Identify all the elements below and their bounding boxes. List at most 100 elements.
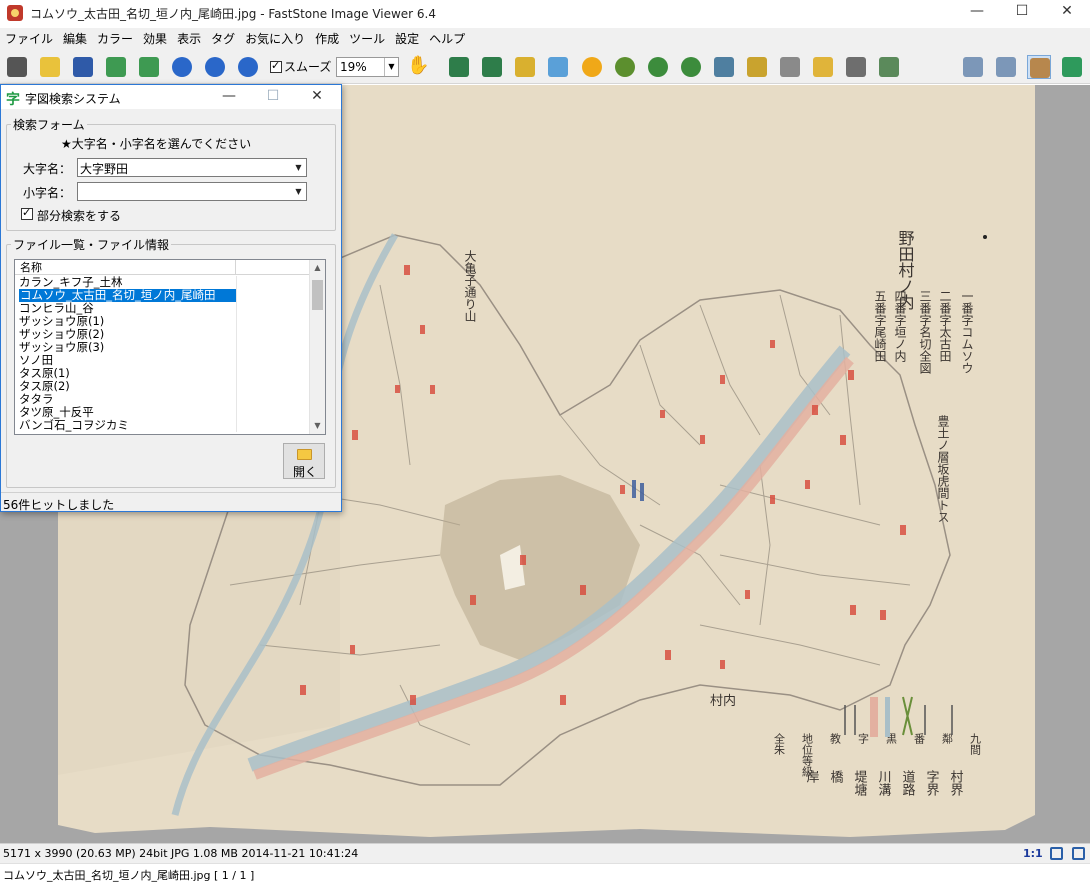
stamp-icon[interactable] [613,55,637,79]
layout-a-icon[interactable] [961,55,985,79]
map-legend-item: 堤塘 [852,770,868,797]
tag-check-icon[interactable] [877,55,901,79]
list-item-label: ザッショウ原(3) [19,340,105,354]
maximize-button[interactable]: ☐ [999,0,1045,24]
close-button[interactable]: ✕ [1044,0,1090,24]
column-header-name[interactable]: 名称 [15,260,236,275]
rotate-left-icon[interactable] [646,55,670,79]
open-button[interactable]: 開く [283,443,325,479]
search-form-legend: 検索フォーム [13,118,85,132]
fullscreen-icon[interactable] [1060,55,1084,79]
dialog-minimize-button[interactable]: — [207,85,251,109]
cb-icon[interactable] [546,55,570,79]
dialog-app-icon: 字 [6,92,20,108]
color-icon[interactable] [513,55,537,79]
smooth-check-icon [270,59,282,73]
map-heading-line: 三番字名切全図 [918,290,932,374]
menu-settings[interactable]: 設定 [390,28,424,50]
dialog-title: 字図検索システム [25,92,121,106]
next-icon[interactable] [137,55,161,79]
cell-divider [236,380,237,393]
list-item[interactable]: タス原(2) [15,380,309,393]
zoom-select[interactable]: 19% ▼ [336,57,399,77]
prev-icon[interactable] [104,55,128,79]
actual-size-icon[interactable] [236,55,260,79]
menu-help[interactable]: ヘルプ [424,28,470,50]
scroll-up-icon[interactable]: ▲ [310,260,325,276]
sun-icon[interactable] [580,55,604,79]
flip-icon[interactable] [712,55,736,79]
menu-file[interactable]: ファイル [0,28,58,50]
camera-icon[interactable] [5,55,29,79]
cell-divider [236,367,237,380]
chevron-down-icon: ▼ [295,187,302,196]
menu-tag[interactable]: タグ [206,28,240,50]
menu-edit[interactable]: 編集 [58,28,92,50]
search-dialog: 字 字図検索システム — ☐ ✕ 検索フォーム ★大字名・小字名を選んでください… [0,84,342,512]
menu-view[interactable]: 表示 [172,28,206,50]
file-list[interactable]: 名称 カラン_キフ子_土林 コムソウ_太古田_名切_垣ノ内_尾崎田 コンヒラ山_谷ザ… [14,259,326,435]
scroll-thumb[interactable] [312,280,323,310]
list-header: 名称 [15,260,309,275]
file-status-bar: コムソウ_太古田_名切_垣ノ内_尾崎田.jpg [ 1 / 1 ] [0,863,1090,882]
map-mountain-label: 大亀子通り山 [463,250,477,322]
save-icon[interactable] [71,55,95,79]
map-legend-item: 地位等級 [801,733,814,778]
eraser-icon[interactable] [778,55,802,79]
list-item[interactable]: ザッショウ原(3) [15,341,309,354]
cell-divider [236,354,237,367]
crop-icon[interactable] [480,55,504,79]
rotate-right-icon[interactable] [679,55,703,79]
menu-create[interactable]: 作成 [310,28,344,50]
zoom-out-icon[interactable] [203,55,227,79]
partial-search-checkbox[interactable] [21,206,33,220]
fit-icon[interactable] [1050,847,1063,860]
dialog-close-button[interactable]: ✕ [295,85,339,109]
frame-icon[interactable] [745,55,769,79]
chevron-down-icon: ▼ [295,163,302,172]
open-folder-icon[interactable] [38,55,62,79]
list-scrollbar[interactable]: ▲ ▼ [309,260,325,434]
map-legend-item: 全朱 [773,732,786,756]
map-heading-line: 五番字尾崎田 [873,290,887,362]
list-item[interactable]: バンゴ石_コヲジカミ [15,419,309,432]
map-heading-line: 一番字コムソウ [960,290,974,374]
menu-favorites[interactable]: お気に入り [240,28,310,50]
title-bar: コムソウ_太古田_名切_垣ノ内_尾崎田.jpg - FastStone Imag… [0,0,1090,27]
minimize-button[interactable]: — [954,0,1000,24]
map-legend-item: 九間 [969,733,982,756]
dialog-maximize-button[interactable]: ☐ [251,85,295,109]
menu-tools[interactable]: ツール [344,28,390,50]
scroll-down-icon[interactable]: ▼ [310,418,325,434]
cell-divider [236,276,237,289]
list-item-label: タス原(1) [19,366,70,380]
map-legend-item: 村界 [948,770,964,797]
menu-effects[interactable]: 効果 [138,28,172,50]
map-heading-line: 四番字垣ノ内 [893,290,907,362]
cell-divider [236,406,237,419]
print-icon[interactable] [844,55,868,79]
map-legend-item: 字 [857,732,870,744]
oaza-select[interactable]: 大字野田 ▼ [77,158,307,177]
email-icon[interactable] [811,55,835,79]
map-legend-item: 教 [829,733,842,745]
dialog-status-bar: 56件ヒットしました [1,492,341,512]
cell-divider [236,328,237,341]
menu-color[interactable]: カラー [92,28,138,50]
file-rows: カラン_キフ子_土林 コムソウ_太古田_名切_垣ノ内_尾崎田 コンヒラ山_谷 ザッショ… [15,276,309,432]
zoom-in-icon[interactable] [170,55,194,79]
layout-b-icon[interactable] [994,55,1018,79]
map-legend-item: 字界 [924,770,940,797]
map-note-text: 豊土ノ層坂虎間トス [936,415,950,523]
smooth-checkbox[interactable]: スムーズ [270,58,331,75]
koaza-select[interactable]: ▼ [77,182,307,201]
fullscreen-small-icon[interactable] [1072,847,1085,860]
resize-icon[interactable] [447,55,471,79]
ratio-button[interactable]: 1:1 [1023,847,1043,860]
image-info: 5171 x 3990 (20.63 MP) 24bit JPG 1.08 MB… [3,847,359,860]
instruction-text: ★大字名・小字名を選んでください [61,137,252,151]
hand-icon[interactable]: ✋ [405,55,429,79]
cell-divider [236,289,237,302]
list-item-label: カラン_キフ子_土林 [19,275,123,289]
layout-c-icon[interactable] [1027,55,1051,79]
